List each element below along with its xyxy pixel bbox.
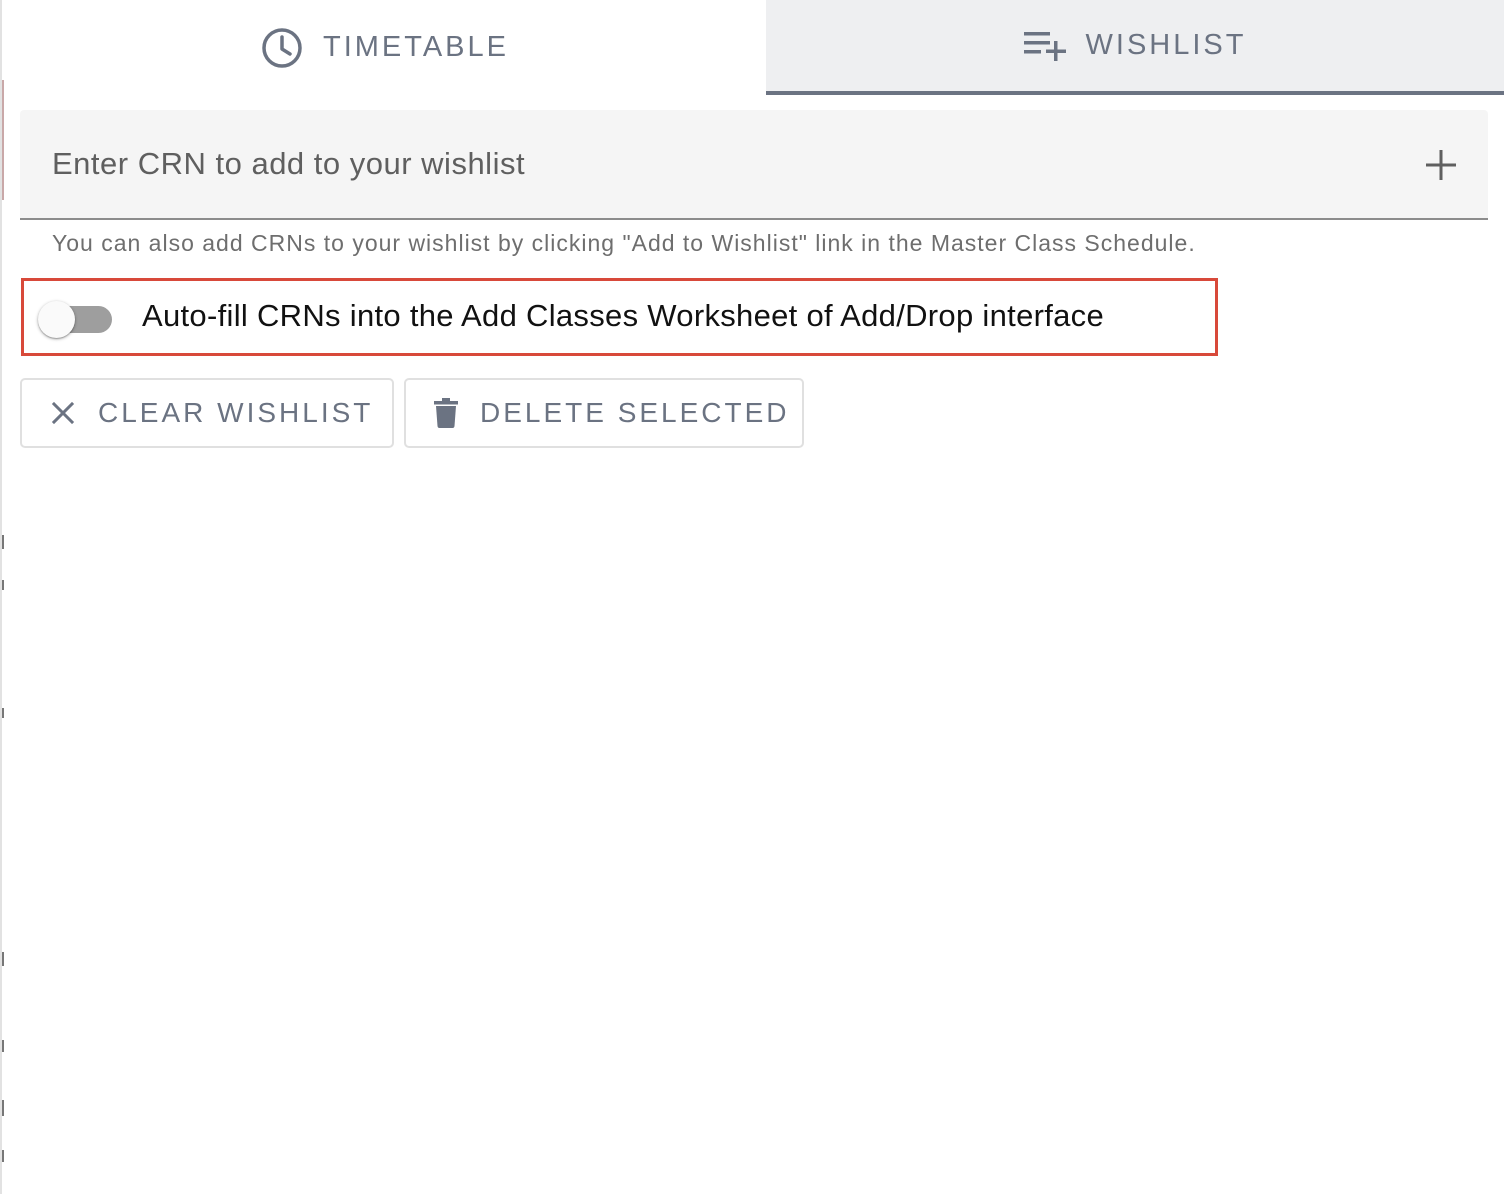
left-edge-marks — [2, 0, 4, 1194]
autofill-toggle[interactable] — [38, 301, 112, 338]
tab-timetable[interactable]: TIMETABLE — [4, 0, 766, 95]
trash-icon — [434, 398, 458, 428]
autofill-label: Auto-fill CRNs into the Add Classes Work… — [142, 298, 1105, 333]
clear-wishlist-label: CLEAR WISHLIST — [98, 397, 374, 428]
delete-selected-button[interactable]: DELETE SELECTED — [404, 378, 804, 448]
tab-wishlist[interactable]: WISHLIST — [766, 0, 1504, 95]
playlist-add-icon — [1023, 30, 1066, 62]
wishlist-page: TIMETABLE WISHLIST Enter CRN to add to y… — [0, 0, 1512, 1194]
tab-bar: TIMETABLE WISHLIST — [4, 0, 1504, 95]
plus-icon — [1424, 150, 1458, 186]
crn-input[interactable] — [52, 138, 1392, 190]
autofill-highlight-box: Auto-fill CRNs into the Add Classes Work… — [21, 278, 1218, 356]
toggle-thumb — [38, 301, 75, 338]
crn-helper-text: You can also add CRNs to your wishlist b… — [52, 230, 1196, 256]
tab-wishlist-label: WISHLIST — [1085, 29, 1247, 61]
delete-selected-label: DELETE SELECTED — [480, 397, 790, 428]
add-crn-button[interactable] — [1424, 148, 1458, 182]
clear-wishlist-button[interactable]: CLEAR WISHLIST — [20, 378, 394, 448]
crn-input-field — [20, 110, 1488, 220]
clock-icon — [261, 27, 303, 69]
tab-timetable-label: TIMETABLE — [323, 31, 509, 63]
close-icon — [50, 400, 76, 426]
